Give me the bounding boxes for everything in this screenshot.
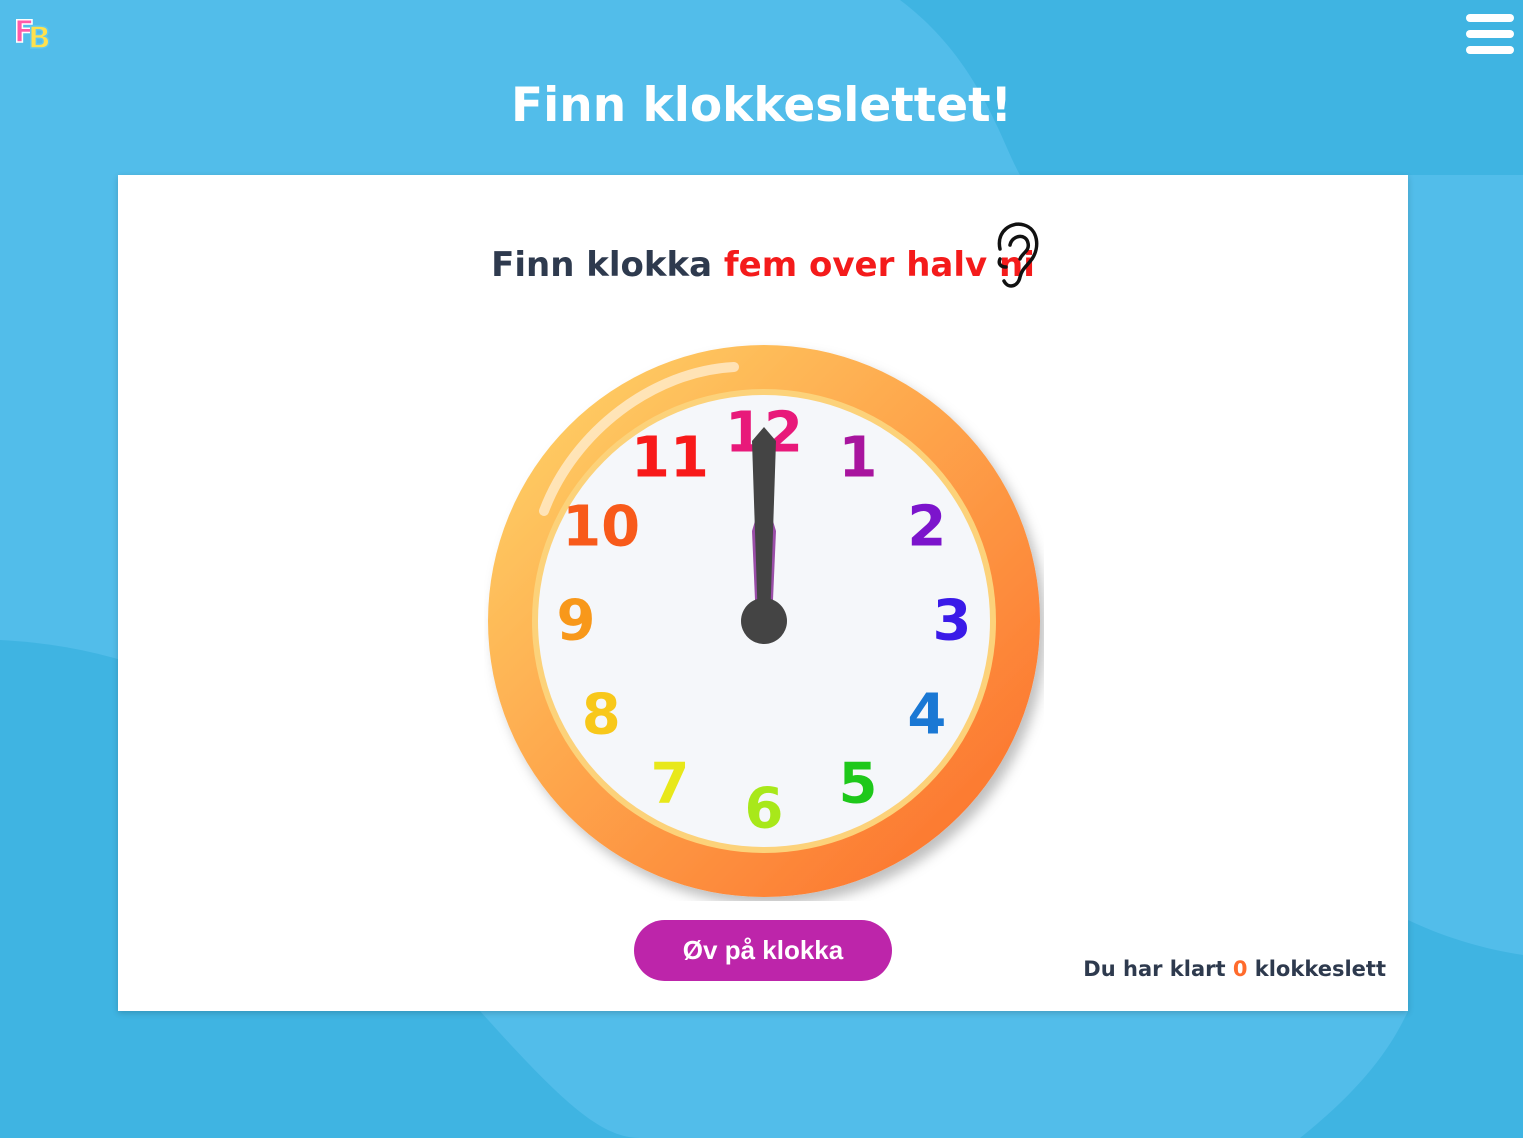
clock-number-11: 11: [631, 426, 709, 491]
clock-number-2: 2: [907, 495, 946, 560]
clock-number-9: 9: [557, 589, 596, 654]
question-prefix: Finn klokka: [491, 245, 713, 285]
clock-number-5: 5: [839, 751, 878, 816]
hamburger-menu-icon[interactable]: [1466, 14, 1514, 54]
practice-clock-button[interactable]: Øv på klokka: [634, 920, 892, 981]
clock-number-10: 10: [562, 495, 640, 560]
menu-bar: [1466, 46, 1514, 54]
score-suffix: klokkeslett: [1254, 957, 1386, 981]
clock-center-hub: [741, 598, 787, 644]
menu-bar: [1466, 30, 1514, 38]
page-title: Finn klokkeslettet!: [511, 78, 1012, 133]
analog-clock[interactable]: 121234567891011: [484, 341, 1044, 901]
menu-bar: [1466, 14, 1514, 22]
clock-number-4: 4: [907, 683, 946, 748]
clock-number-7: 7: [651, 751, 690, 816]
score-text: Du har klart 0 klokkeslett: [1083, 957, 1386, 981]
fb-logo-icon: F B: [13, 14, 51, 57]
score-count: 0: [1232, 957, 1248, 981]
score-prefix: Du har klart: [1083, 957, 1226, 981]
clock-number-1: 1: [839, 426, 878, 491]
clock-number-6: 6: [745, 777, 784, 842]
fb-logo[interactable]: F B: [12, 8, 56, 57]
question-text: Finn klokka fem over halv ni: [118, 245, 1408, 285]
game-card: Finn klokka fem over halv ni 12123456789…: [118, 175, 1408, 1011]
ear-icon[interactable]: [986, 219, 1042, 291]
clock-number-8: 8: [582, 683, 621, 748]
clock-number-3: 3: [933, 589, 972, 654]
svg-text:B: B: [28, 21, 51, 52]
